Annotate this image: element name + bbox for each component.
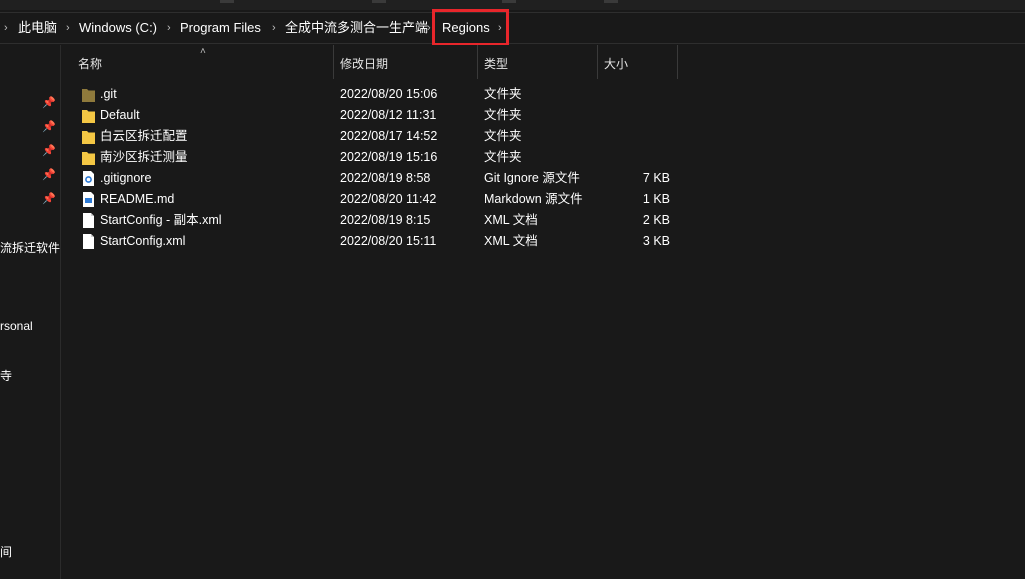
file-list[interactable]: 名称 ˄ 修改日期 类型 大小 .git 2022/08/20 15:06 文件夹 D… xyxy=(62,45,1025,579)
navigation-pane[interactable]: 📌 📌 📌 📌 📌 流拆迁软件 rsonal 寺 间 xyxy=(0,45,61,579)
column-header-type[interactable]: 类型 xyxy=(476,45,598,79)
file-icon xyxy=(82,213,95,228)
column-header-modified[interactable]: 修改日期 xyxy=(332,45,478,79)
markdown-file-icon xyxy=(82,192,95,207)
file-size: 3 KB xyxy=(642,234,670,248)
breadcrumb-this-pc[interactable]: 此电脑 xyxy=(18,13,57,43)
highlight-box xyxy=(432,9,509,46)
file-row[interactable]: 白云区拆迁配置 2022/08/17 14:52 文件夹 xyxy=(62,126,1025,147)
file-size: 2 KB xyxy=(642,213,670,227)
file-size: 7 KB xyxy=(642,171,670,185)
breadcrumb-separator[interactable]: › xyxy=(4,13,8,43)
file-name: .gitignore xyxy=(100,171,152,185)
ribbon-strip xyxy=(0,0,1025,10)
file-size xyxy=(610,126,670,147)
file-modified-date: 2022/08/17 14:52 xyxy=(340,129,438,143)
file-row[interactable]: README.md 2022/08/20 11:42 Markdown 源文件 1 K… xyxy=(62,189,1025,210)
file-name: Default xyxy=(100,108,140,122)
file-name: README.md xyxy=(100,192,175,206)
breadcrumb-separator[interactable]: › xyxy=(427,13,431,43)
file-type: 文件夹 xyxy=(484,108,522,122)
breadcrumb-app-folder[interactable]: 全成中流多测合一生产端 xyxy=(285,13,428,43)
file-modified-date: 2022/08/20 11:42 xyxy=(340,192,437,206)
file-modified-date: 2022/08/19 8:58 xyxy=(340,171,431,185)
file-row[interactable]: StartConfig.xml 2022/08/20 15:11 XML 文档 3 K… xyxy=(62,231,1025,252)
breadcrumb-separator[interactable]: › xyxy=(272,13,276,43)
folder-icon xyxy=(82,108,95,123)
ribbon-tab-edge xyxy=(372,0,386,3)
file-type: 文件夹 xyxy=(484,150,522,164)
file-size xyxy=(610,105,670,126)
file-explorer-window: › 此电脑 › Windows (C:) › Program Files › 全… xyxy=(0,0,1025,579)
folder-icon xyxy=(82,150,95,165)
file-type: 文件夹 xyxy=(484,129,522,143)
file-type: XML 文档 xyxy=(484,213,538,227)
gear-file-icon xyxy=(82,171,95,186)
pin-icon: 📌 xyxy=(42,193,56,205)
file-name: 南沙区拆迁测量 xyxy=(100,150,188,164)
address-bar[interactable]: › 此电脑 › Windows (C:) › Program Files › 全… xyxy=(0,12,1025,44)
nav-item-label[interactable]: 间 xyxy=(0,543,12,560)
file-size: 1 KB xyxy=(642,192,670,206)
nav-item-label[interactable]: 流拆迁软件 xyxy=(0,239,60,256)
file-row[interactable]: 南沙区拆迁测量 2022/08/19 15:16 文件夹 xyxy=(62,147,1025,168)
breadcrumb-drive-c[interactable]: Windows (C:) xyxy=(79,13,157,43)
file-modified-date: 2022/08/20 15:06 xyxy=(340,87,438,101)
file-modified-date: 2022/08/20 15:11 xyxy=(340,234,437,248)
ribbon-tab-edge xyxy=(220,0,234,3)
file-type: Markdown 源文件 xyxy=(484,192,583,206)
ribbon-tab-edge xyxy=(502,0,516,3)
breadcrumb-program-files[interactable]: Program Files xyxy=(180,13,261,43)
folder-icon xyxy=(82,129,95,144)
pin-icon: 📌 xyxy=(42,145,56,157)
file-row[interactable]: .git 2022/08/20 15:06 文件夹 xyxy=(62,84,1025,105)
ribbon-tab-edge xyxy=(604,0,618,3)
file-name: .git xyxy=(100,87,117,101)
file-row[interactable]: .gitignore 2022/08/19 8:58 Git Ignore 源文件 7… xyxy=(62,168,1025,189)
file-size xyxy=(610,147,670,168)
file-name: StartConfig - 副本.xml xyxy=(100,213,222,227)
file-modified-date: 2022/08/19 8:15 xyxy=(340,213,431,227)
file-name: StartConfig.xml xyxy=(100,234,186,248)
file-type: 文件夹 xyxy=(484,87,522,101)
pin-icon: 📌 xyxy=(42,121,56,133)
sort-ascending-icon: ˄ xyxy=(200,46,206,57)
nav-item-label[interactable]: rsonal xyxy=(0,319,33,333)
folder-dim-icon xyxy=(82,87,95,102)
file-size xyxy=(610,84,670,105)
file-modified-date: 2022/08/12 11:31 xyxy=(340,108,437,122)
nav-item-label[interactable]: 寺 xyxy=(0,367,12,384)
file-type: XML 文档 xyxy=(484,234,538,248)
breadcrumb-separator[interactable]: › xyxy=(167,13,171,43)
pin-icon: 📌 xyxy=(42,169,56,181)
file-type: Git Ignore 源文件 xyxy=(484,171,580,185)
column-header-size[interactable]: 大小 xyxy=(596,45,678,79)
pin-icon: 📌 xyxy=(42,97,56,109)
breadcrumb-separator[interactable]: › xyxy=(66,13,70,43)
file-icon xyxy=(82,234,95,249)
file-row[interactable]: Default 2022/08/12 11:31 文件夹 xyxy=(62,105,1025,126)
file-row[interactable]: StartConfig - 副本.xml 2022/08/19 8:15 XML 文… xyxy=(62,210,1025,231)
file-name: 白云区拆迁配置 xyxy=(100,129,188,143)
file-modified-date: 2022/08/19 15:16 xyxy=(340,150,438,164)
